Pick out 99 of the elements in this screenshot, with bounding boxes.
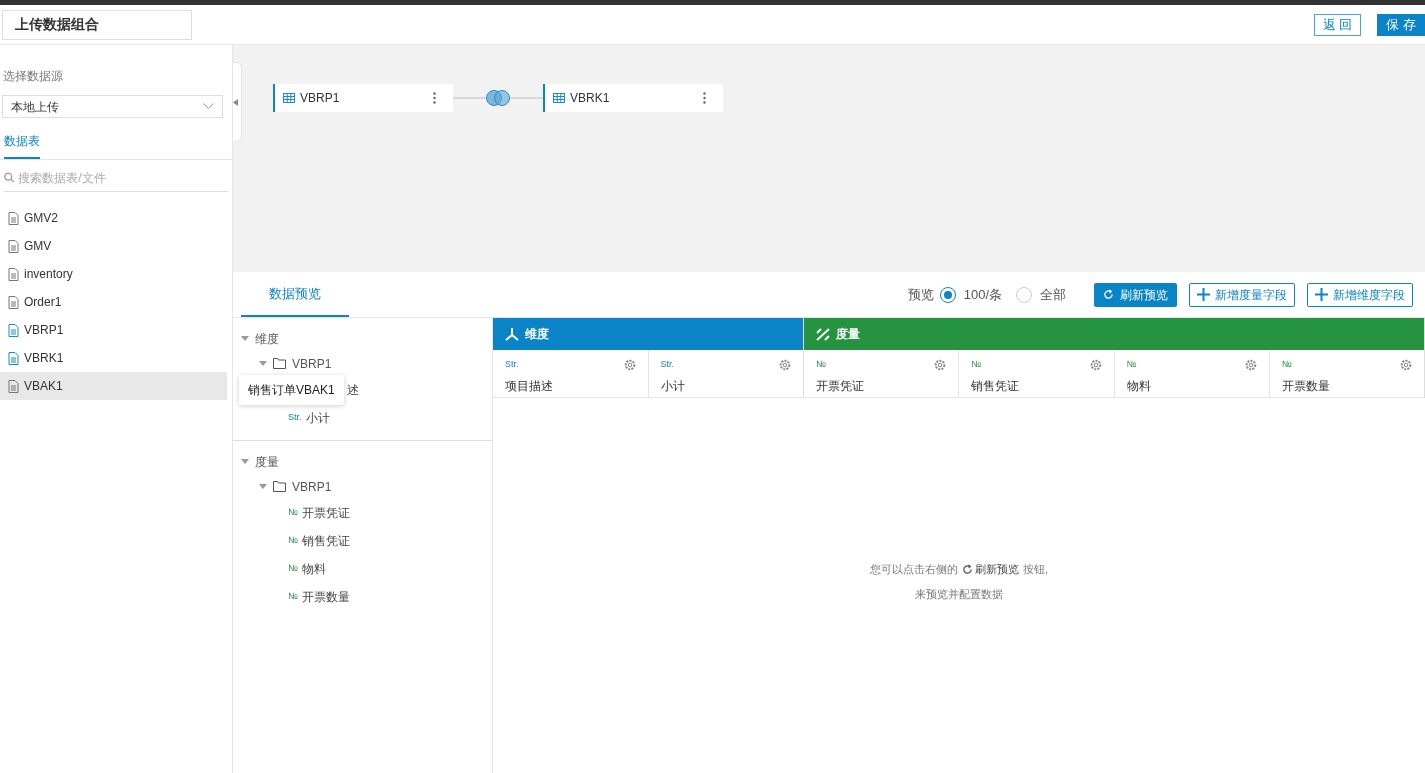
measure-icon xyxy=(816,327,830,341)
settings-icon[interactable] xyxy=(934,358,947,371)
join-connector[interactable] xyxy=(453,89,543,107)
type-tag: № xyxy=(1126,358,1137,372)
folder-icon xyxy=(273,481,286,492)
column-label: 小计 xyxy=(660,377,686,395)
section-label: 选择数据源 xyxy=(3,68,64,85)
plus-icon xyxy=(1197,288,1210,301)
page-title: 上传数据组合 xyxy=(2,9,192,40)
column-header[interactable]: № 开票数量 xyxy=(1269,350,1424,397)
preview-tab[interactable]: 数据预览 xyxy=(241,272,349,317)
type-tag: № xyxy=(971,358,981,372)
file-icon xyxy=(8,323,19,337)
add-field-button[interactable]: 新增度量字段 xyxy=(1189,282,1295,307)
settings-icon[interactable] xyxy=(623,358,636,371)
type-tag: № xyxy=(288,534,298,548)
type-tag: Str. xyxy=(505,358,519,372)
column-label: 开票数量 xyxy=(1281,377,1331,395)
group-header: 维度 xyxy=(493,318,803,350)
table-icon xyxy=(283,93,295,103)
settings-icon[interactable] xyxy=(779,358,791,371)
row-limit-radio[interactable]: 全部 xyxy=(1016,284,1066,305)
type-tag: № xyxy=(288,562,298,576)
row-limit-radio[interactable]: 100/条 xyxy=(939,284,1002,305)
plus-icon xyxy=(1315,288,1328,301)
more-icon[interactable] xyxy=(703,92,706,104)
tree-folder-label[interactable]: VBRP1 xyxy=(292,354,332,373)
type-tag: № xyxy=(288,590,298,604)
file-icon xyxy=(8,351,19,365)
refresh-icon xyxy=(961,563,973,575)
file-icon xyxy=(8,211,19,225)
refresh-icon xyxy=(1103,289,1114,300)
field-label[interactable]: 述 xyxy=(347,381,359,399)
table-icon xyxy=(553,93,565,103)
back-button[interactable]: 返 回 xyxy=(1313,13,1362,36)
table-node[interactable]: VBRK1 xyxy=(543,84,723,112)
table-list-item[interactable]: Order1 xyxy=(0,288,227,316)
settings-icon[interactable] xyxy=(1400,358,1412,371)
caret-icon[interactable] xyxy=(241,458,249,465)
refresh-preview-button[interactable]: 刷新预览 xyxy=(1094,282,1177,307)
column-label: 开票凭证 xyxy=(816,377,865,395)
column-header[interactable]: № 物料 xyxy=(1114,350,1270,397)
source-dropdown[interactable]: 本地上传 xyxy=(2,95,223,118)
field-label[interactable]: 物料 xyxy=(301,560,326,578)
more-icon[interactable] xyxy=(433,92,436,104)
caret-icon[interactable] xyxy=(241,335,249,342)
table-node[interactable]: VBRP1 xyxy=(273,84,453,112)
tree-group-label: 度量 xyxy=(255,453,279,471)
caret-icon[interactable] xyxy=(259,483,267,490)
empty-hint: 按钮, xyxy=(1022,562,1049,577)
table-list-item[interactable]: GMV xyxy=(0,232,227,260)
field-label[interactable]: 开票数量 xyxy=(301,588,350,606)
tree-folder-label[interactable]: VBRP1 xyxy=(292,477,332,496)
column-label: 销售凭证 xyxy=(971,377,1021,395)
search-icon xyxy=(4,172,15,183)
empty-hint: 来预览并配置数据 xyxy=(915,586,1003,602)
save-button[interactable]: 保 存 xyxy=(1377,13,1425,36)
column-header[interactable]: № 开票凭证 xyxy=(804,350,960,397)
chevron-down-icon xyxy=(203,103,214,110)
folder-icon xyxy=(273,358,286,369)
table-list-item[interactable]: inventory xyxy=(0,260,227,288)
caret-icon[interactable] xyxy=(259,360,267,367)
type-tag: № xyxy=(288,506,298,520)
file-icon xyxy=(8,379,19,393)
node-label: VBRK1 xyxy=(570,90,610,107)
tooltip: 销售订单VBAK1 xyxy=(239,375,344,405)
field-label[interactable]: 小计 xyxy=(305,409,330,427)
field-label[interactable]: 开票凭证 xyxy=(301,504,350,522)
empty-hint: 您可以点击右侧的 xyxy=(869,562,958,577)
file-icon xyxy=(8,295,19,309)
caret-left-icon xyxy=(233,98,238,106)
field-label[interactable]: 销售凭证 xyxy=(301,532,350,550)
refresh-preview-link[interactable]: 刷新预览 xyxy=(961,561,1019,578)
settings-icon[interactable] xyxy=(1089,358,1102,371)
node-label: VBRP1 xyxy=(300,90,340,107)
collapse-handle[interactable] xyxy=(233,62,242,142)
column-header[interactable]: Str. 小计 xyxy=(648,350,803,397)
table-list-item[interactable]: VBAK1 xyxy=(0,372,227,400)
sidebar-tab[interactable]: 数据表 xyxy=(4,132,40,159)
column-header[interactable]: № 销售凭证 xyxy=(959,350,1115,397)
type-tag: Str. xyxy=(660,358,674,372)
column-header[interactable]: Str. 项目描述 xyxy=(493,350,649,397)
file-icon xyxy=(8,267,19,281)
dimension-icon xyxy=(505,327,519,341)
group-header: 度量 xyxy=(804,318,1424,350)
column-label: 物料 xyxy=(1126,377,1152,395)
table-list-item[interactable]: GMV2 xyxy=(0,204,227,232)
table-list-item[interactable]: VBRK1 xyxy=(0,344,227,372)
add-field-button[interactable]: 新增维度字段 xyxy=(1307,282,1413,307)
tree-group-label: 维度 xyxy=(255,330,279,348)
type-tag: № xyxy=(816,358,826,372)
table-list-item[interactable]: VBRP1 xyxy=(0,316,227,344)
preview-label: 预览 xyxy=(907,285,934,304)
search-field[interactable]: 搜索数据表/文件 xyxy=(18,168,228,187)
type-tag: № xyxy=(1281,358,1292,372)
file-icon xyxy=(8,239,19,253)
column-label: 项目描述 xyxy=(505,377,554,395)
settings-icon[interactable] xyxy=(1244,358,1257,371)
type-tag: Str. xyxy=(288,411,302,425)
